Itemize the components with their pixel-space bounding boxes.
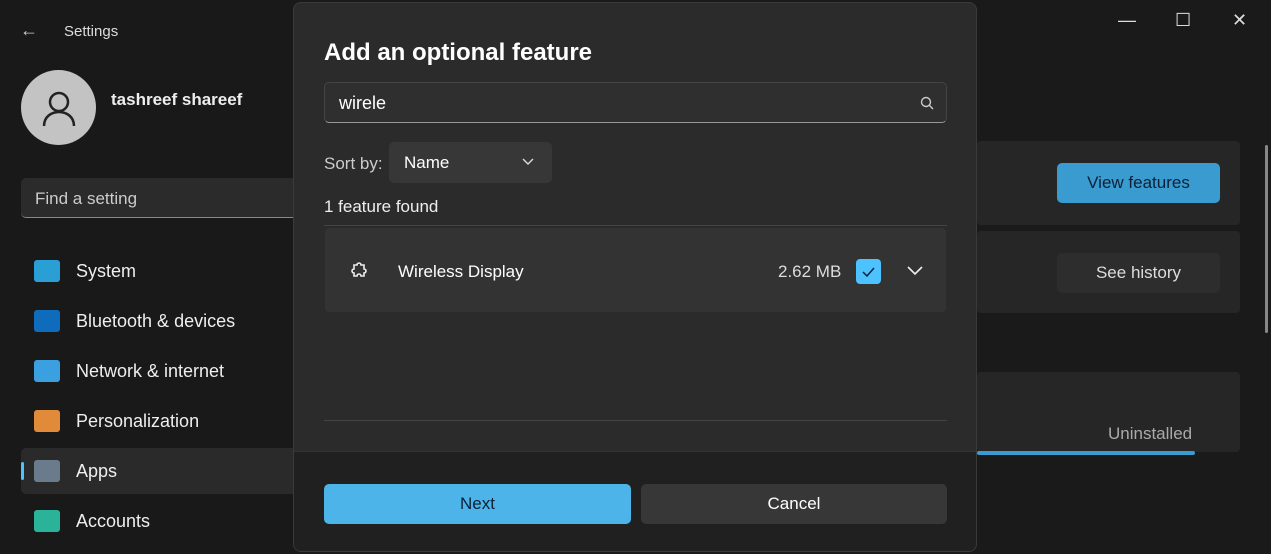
feature-search-input[interactable]: wirele — [324, 82, 947, 123]
selection-indicator — [21, 462, 24, 480]
sidebar-item-label: Accounts — [76, 510, 151, 531]
bluetooth-icon — [34, 310, 60, 332]
app-title: Settings — [64, 23, 119, 40]
brush-icon — [34, 410, 60, 432]
sort-label: Sort by: — [324, 154, 383, 173]
next-button[interactable]: Next — [324, 484, 631, 524]
see-history-button[interactable]: See history — [1057, 253, 1220, 293]
sidebar-item-personalization[interactable]: Personalization — [21, 398, 311, 444]
monitor-icon — [34, 260, 60, 282]
sidebar-item-bluetooth[interactable]: Bluetooth & devices — [21, 298, 311, 344]
divider — [324, 420, 947, 421]
minimize-button[interactable]: — — [1118, 10, 1136, 31]
user-name: tashreef shareef — [111, 90, 243, 109]
divider — [324, 225, 947, 226]
chevron-down-icon — [522, 158, 534, 165]
puzzle-icon — [351, 262, 367, 277]
search-value: wirele — [339, 93, 387, 113]
sidebar-item-label: Bluetooth & devices — [76, 310, 236, 331]
view-features-button[interactable]: View features — [1057, 163, 1220, 203]
chevron-down-icon[interactable] — [907, 266, 923, 276]
progress-bar — [977, 451, 1195, 455]
maximize-button[interactable]: ☐ — [1175, 10, 1191, 31]
status-text: Uninstalled — [1108, 424, 1193, 443]
sidebar-item-label: System — [76, 260, 137, 281]
apps-icon — [34, 460, 60, 482]
sidebar-item-system[interactable]: System — [21, 248, 311, 294]
sort-dropdown[interactable]: Name — [389, 142, 552, 183]
avatar[interactable] — [21, 70, 96, 145]
sidebar-item-label: Personalization — [76, 410, 200, 431]
dialog-footer: Next Cancel — [294, 451, 976, 551]
sidebar-item-label: Apps — [76, 460, 118, 481]
sidebar-item-network[interactable]: Network & internet — [21, 348, 311, 394]
sidebar-item-accounts[interactable]: Accounts — [21, 498, 311, 544]
feature-size: 2.62 MB — [778, 262, 842, 281]
cancel-button[interactable]: Cancel — [641, 484, 947, 524]
feature-name: Wireless Display — [398, 262, 524, 281]
sort-value: Name — [404, 153, 450, 172]
feature-checkbox[interactable] — [856, 259, 881, 284]
search-icon — [920, 96, 934, 110]
find-setting-input[interactable]: Find a setting — [21, 178, 311, 218]
results-count: 1 feature found — [324, 197, 439, 216]
account-icon — [34, 510, 60, 532]
check-icon — [862, 267, 875, 277]
person-icon — [42, 91, 75, 126]
scrollbar[interactable] — [1265, 145, 1268, 333]
wifi-icon — [34, 360, 60, 382]
feature-item[interactable]: Wireless Display 2.62 MB — [325, 228, 946, 312]
back-button[interactable]: ← — [20, 20, 38, 41]
add-feature-dialog: Add an optional feature wirele Sort by: … — [293, 2, 977, 552]
sidebar-item-label: Network & internet — [76, 360, 225, 381]
close-button[interactable]: ✕ — [1232, 10, 1247, 31]
sidebar-item-apps[interactable]: Apps — [21, 448, 311, 494]
dialog-title: Add an optional feature — [324, 39, 593, 66]
